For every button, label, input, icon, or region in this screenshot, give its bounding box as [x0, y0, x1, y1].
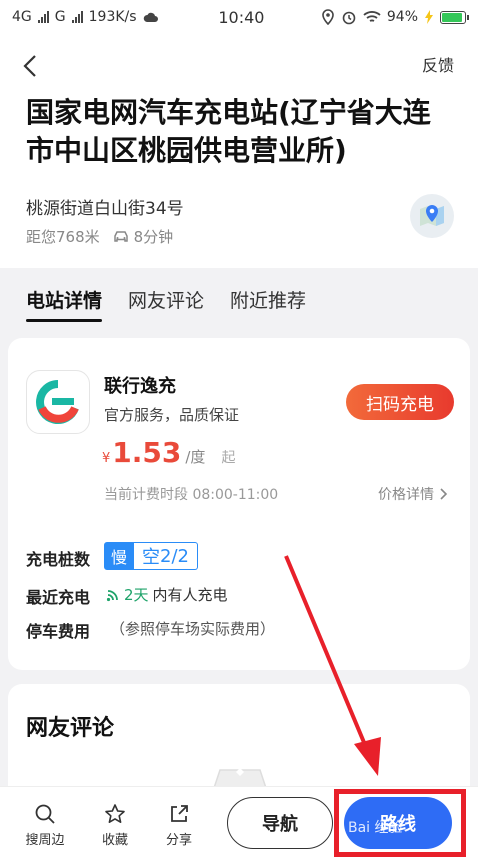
- search-icon: [35, 804, 55, 824]
- reviews-card: 网友评论: [8, 684, 470, 794]
- tab-station-details[interactable]: 电站详情: [26, 268, 103, 330]
- piles-label: 充电桩数: [26, 550, 91, 569]
- search-nearby-label: 搜周边: [25, 833, 65, 848]
- price-row: ¥ 1.53 /度 起: [102, 436, 235, 469]
- recent-suffix: 内有人充电: [152, 586, 228, 604]
- battery-percent: 94%: [386, 9, 418, 25]
- slow-badge: 慢: [104, 542, 134, 570]
- free-prefix: 空: [142, 547, 160, 568]
- location-icon: [322, 9, 334, 25]
- favorite-label: 收藏: [101, 833, 128, 848]
- drive-time: 8分钟: [112, 226, 174, 247]
- station-address: 桃源街道白山街34号: [26, 199, 184, 219]
- status-bar: 4G G 193K/s 10:40 94%: [0, 0, 478, 34]
- price-unit: /度: [185, 448, 206, 466]
- price-detail-link[interactable]: 价格详情: [378, 484, 448, 504]
- search-nearby-button[interactable]: 搜周边: [20, 803, 70, 848]
- cloud-icon: [143, 12, 158, 22]
- operator-name: 联行逸充: [104, 376, 176, 397]
- operator-slogan: 官方服务，品质保证: [104, 406, 240, 424]
- empty-reviews-icon: [213, 768, 267, 788]
- scan-charge-button[interactable]: 扫码充电: [346, 384, 454, 420]
- status-right: 94%: [321, 9, 469, 25]
- free-count: 2: [160, 545, 172, 567]
- clock: 10:40: [218, 7, 265, 27]
- billing-period: 当前计费时段 08:00-11:00: [104, 487, 279, 503]
- share-icon: [171, 805, 188, 822]
- recent-days: 2天: [124, 586, 149, 604]
- back-button[interactable]: [18, 52, 42, 80]
- wifi-icon: [363, 11, 381, 22]
- feedback-button[interactable]: 反馈: [422, 52, 454, 76]
- free-count-badge: 空 2/2: [134, 542, 198, 570]
- operator-card: 联行逸充 官方服务，品质保证 ¥ 1.53 /度 起 扫码充电 当前计费时段 0…: [8, 338, 470, 670]
- route-button[interactable]: 路线: [344, 797, 452, 849]
- reviews-title: 网友评论: [26, 716, 115, 741]
- pile-badges: 慢 空 2/2: [104, 542, 198, 570]
- recent-charge: 2天 内有人充电: [106, 584, 228, 605]
- car-icon: [113, 230, 128, 242]
- price-symbol: ¥: [102, 451, 111, 466]
- signal-icon: [37, 11, 49, 23]
- share-label: 分享: [165, 833, 192, 848]
- chevron-right-icon: [440, 488, 448, 500]
- network-speed: 193K/s: [88, 9, 137, 25]
- tab-bar: 电站详情 网友评论 附近推荐: [0, 268, 478, 330]
- bottom-bar: 搜周边 收藏 分享 导航 路线 Bai 经验: [0, 786, 478, 860]
- operator-logo-icon: [36, 380, 79, 424]
- signal-icon-2: [71, 11, 83, 23]
- map-button[interactable]: [410, 194, 454, 238]
- price-value: 1.53: [112, 436, 182, 469]
- share-button[interactable]: 分享: [154, 803, 204, 848]
- price-detail-label: 价格详情: [378, 487, 434, 503]
- drive-time-text: 8分钟: [133, 228, 174, 246]
- parking-fee: （参照停车场实际费用）: [110, 620, 276, 638]
- charging-icon: [425, 10, 433, 24]
- recent-label: 最近充电: [26, 588, 91, 607]
- distance-text: 距您768米: [26, 228, 100, 246]
- map-pin-icon: [420, 205, 444, 226]
- network-type-2: G: [54, 9, 66, 25]
- distance-row: 距您768米 8分钟: [26, 226, 173, 247]
- station-header: 反馈 国家电网汽车充电站(辽宁省大连市中山区桃园供电营业所) 桃源街道白山街34…: [0, 34, 478, 268]
- navigate-button[interactable]: 导航: [227, 797, 333, 849]
- station-title: 国家电网汽车充电站(辽宁省大连市中山区桃园供电营业所): [26, 96, 431, 167]
- battery-fill: [442, 12, 462, 22]
- alarm-icon: [342, 11, 356, 25]
- total-count: /2: [171, 545, 189, 567]
- star-icon: [105, 804, 125, 823]
- price-from: 起: [221, 450, 236, 466]
- operator-logo: [26, 370, 90, 434]
- tab-reviews[interactable]: 网友评论: [128, 268, 204, 330]
- tab-nearby[interactable]: 附近推荐: [230, 268, 306, 330]
- signal-arc-icon: [106, 589, 118, 601]
- battery-icon: [440, 10, 469, 24]
- network-type-1: 4G: [12, 9, 32, 25]
- chevron-left-icon: [23, 55, 36, 77]
- parking-label: 停车费用: [26, 622, 91, 641]
- favorite-button[interactable]: 收藏: [90, 803, 140, 848]
